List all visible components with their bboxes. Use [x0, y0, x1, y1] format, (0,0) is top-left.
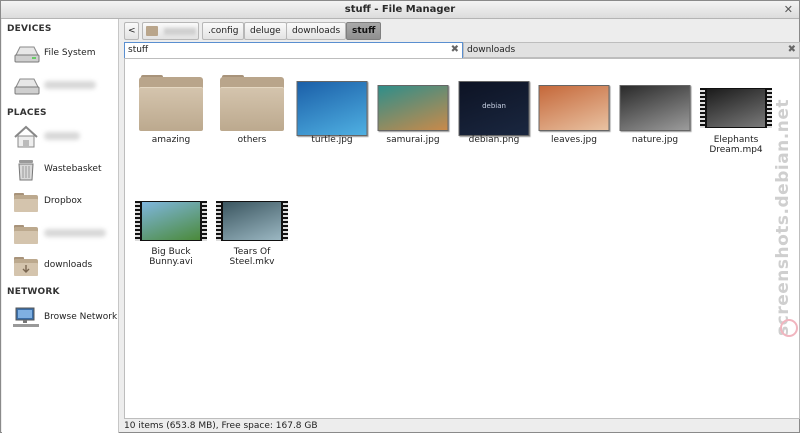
file-manager-window: stuff - File Manager ✕ DEVICES File Syst…	[0, 0, 800, 433]
crumb-downloads[interactable]: downloads	[286, 22, 347, 40]
main-pane: < .config deluge downloads stuff stuff ✖…	[120, 19, 800, 433]
folder-icon	[12, 190, 40, 214]
sidebar-item-label: Wastebasket	[44, 164, 102, 174]
sidebar-item-label: Browse Network	[44, 312, 118, 322]
image-thumbnail	[619, 85, 691, 131]
folder-icon	[12, 222, 40, 246]
crumb-config[interactable]: .config	[202, 22, 245, 40]
watermark: screenshots.debian.net	[773, 99, 793, 336]
file-name: turtle.jpg	[311, 135, 353, 145]
tab-label: downloads	[467, 45, 516, 55]
crumb-stuff[interactable]: stuff	[346, 22, 382, 40]
status-bar: 10 items (653.8 MB), Free space: 167.8 G…	[124, 421, 318, 431]
folder-icon	[139, 75, 203, 131]
section-devices: DEVICES	[7, 24, 52, 34]
tab-bar: stuff ✖ downloads ✖	[124, 42, 800, 58]
section-network: NETWORK	[7, 287, 60, 297]
redacted-label	[44, 81, 96, 89]
file-name: others	[237, 135, 267, 145]
home-icon	[12, 125, 40, 149]
image-thumbnail	[296, 80, 368, 136]
trash-icon	[12, 158, 40, 182]
sidebar-item-label: File System	[44, 48, 96, 58]
tab-label: stuff	[128, 45, 149, 55]
file-item[interactable]: turtle.jpg	[292, 72, 372, 164]
video-thumbnail	[135, 201, 207, 241]
downloads-folder-icon	[12, 254, 40, 278]
file-item[interactable]: Tears Of Steel.mkv	[212, 185, 292, 277]
file-name: Elephants Dream.mp4	[709, 135, 763, 155]
sidebar-item-dropbox[interactable]: Dropbox	[2, 188, 118, 216]
sidebar-item-wastebasket[interactable]: Wastebasket	[2, 156, 118, 184]
sidebar-item-downloads[interactable]: downloads	[2, 252, 118, 280]
thumbnail-text: debian	[482, 101, 506, 110]
crumb-home[interactable]	[142, 22, 199, 40]
back-button[interactable]: <	[124, 22, 139, 40]
sidebar: DEVICES File System PLACES Wastebasket D…	[2, 19, 119, 433]
debian-swirl-icon	[780, 319, 798, 337]
file-item[interactable]: amazing	[131, 72, 211, 164]
tab-stuff[interactable]: stuff ✖	[124, 42, 463, 58]
redacted-label	[163, 28, 196, 35]
drive-icon	[12, 42, 40, 66]
file-item[interactable]: debian debian.png	[454, 72, 534, 164]
file-name: amazing	[151, 135, 191, 145]
file-name: Tears Of Steel.mkv	[229, 247, 275, 267]
section-places: PLACES	[7, 108, 47, 118]
tab-downloads[interactable]: downloads ✖	[463, 42, 800, 58]
image-thumbnail	[377, 85, 449, 131]
redacted-label	[44, 132, 80, 140]
video-thumbnail	[216, 201, 288, 241]
file-name: debian.png	[468, 135, 520, 145]
home-folder-icon	[146, 26, 158, 36]
window-title: stuff - File Manager	[344, 4, 456, 15]
sidebar-item-label: downloads	[44, 260, 93, 270]
crumb-deluge[interactable]: deluge	[244, 22, 287, 40]
image-thumbnail: debian	[458, 80, 530, 136]
file-name: nature.jpg	[631, 135, 679, 145]
sidebar-item-folder[interactable]	[2, 220, 118, 248]
file-item[interactable]: others	[212, 72, 292, 164]
image-thumbnail	[538, 85, 610, 131]
file-name: leaves.jpg	[551, 135, 597, 145]
sidebar-item-home[interactable]	[2, 123, 118, 151]
file-name: Big Buck Bunny.avi	[149, 247, 193, 267]
close-tab-icon[interactable]: ✖	[788, 43, 796, 57]
close-window-icon[interactable]: ✕	[784, 3, 793, 17]
file-item[interactable]: samurai.jpg	[373, 72, 453, 164]
close-tab-icon[interactable]: ✖	[451, 43, 459, 57]
title-bar: stuff - File Manager ✕	[1, 1, 799, 19]
drive-icon	[12, 74, 40, 98]
file-name: samurai.jpg	[386, 135, 440, 145]
file-item[interactable]: Elephants Dream.mp4	[696, 72, 776, 164]
sidebar-item-browse-network[interactable]: Browse Network	[2, 304, 118, 332]
file-item[interactable]: leaves.jpg	[534, 72, 614, 164]
sidebar-item-drive[interactable]	[2, 72, 118, 100]
sidebar-item-file-system[interactable]: File System	[2, 40, 118, 68]
file-item[interactable]: Big Buck Bunny.avi	[131, 185, 211, 277]
sidebar-item-label: Dropbox	[44, 196, 82, 206]
network-icon	[12, 306, 40, 330]
folder-icon	[220, 75, 284, 131]
file-view: amazing others turtle.jpg samurai.jpg debian…	[124, 58, 800, 419]
video-thumbnail	[700, 88, 772, 128]
redacted-label	[44, 229, 106, 237]
file-item[interactable]: nature.jpg	[615, 72, 695, 164]
